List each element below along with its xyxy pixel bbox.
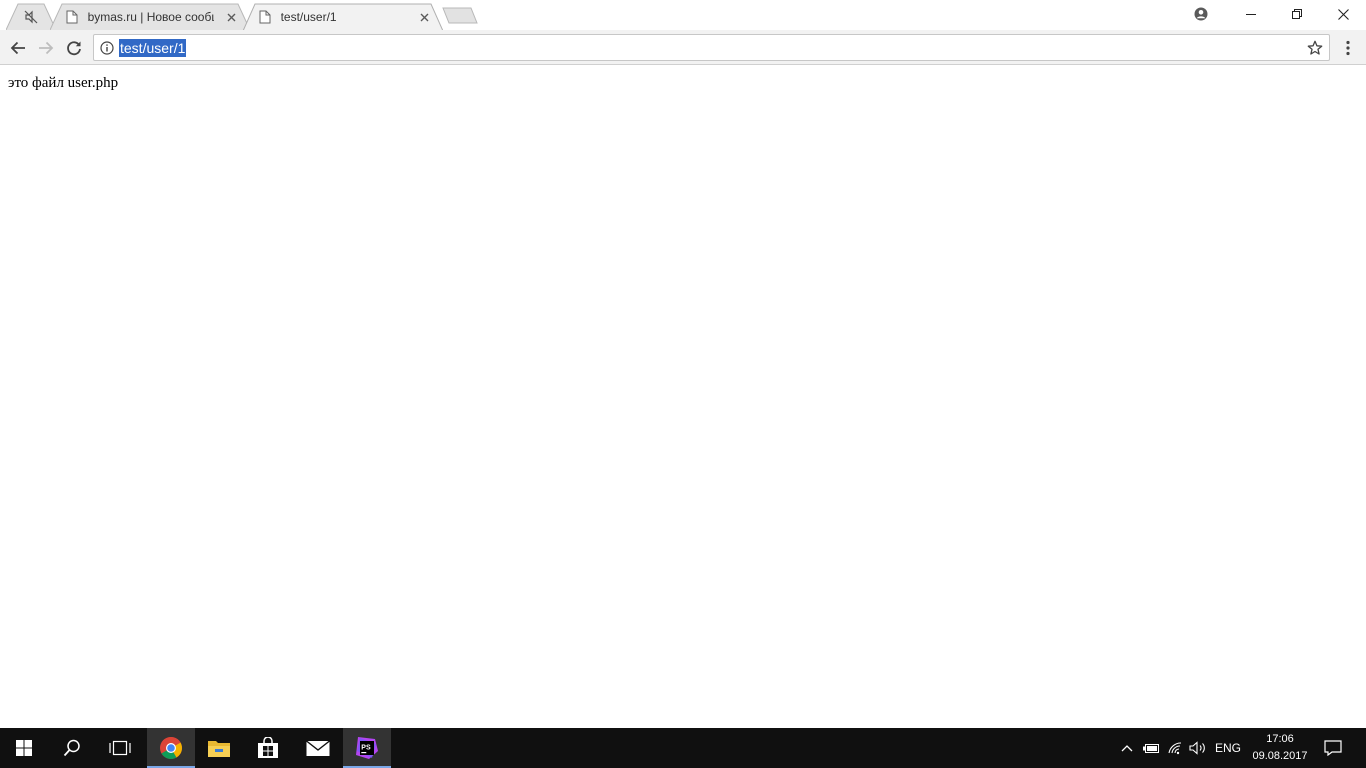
volume-icon[interactable] (1187, 728, 1209, 768)
clock[interactable]: 17:06 09.08.2017 (1244, 728, 1316, 768)
menu-icon[interactable] (1334, 34, 1362, 62)
restore-icon[interactable] (1274, 0, 1320, 28)
page-icon (257, 9, 273, 25)
reload-icon[interactable] (60, 34, 88, 62)
window-close-icon[interactable] (1320, 0, 1366, 28)
task-view-icon[interactable] (96, 728, 144, 768)
taskbar: PS ENG 17:06 09.08.2017 (0, 728, 1366, 768)
chrome-icon[interactable] (147, 728, 195, 768)
tab-test-user[interactable]: test/user/1 (243, 3, 443, 31)
muted-speaker-icon (23, 9, 39, 25)
svg-text:PS: PS (361, 744, 371, 751)
profile-icon[interactable] (1178, 0, 1224, 28)
notification-icon[interactable] (1318, 728, 1348, 768)
language-indicator[interactable]: ENG (1212, 728, 1244, 768)
tab-strip: bymas.ru | Новое сообщ test/user/1 (0, 0, 1366, 31)
window-controls (1178, 0, 1366, 28)
tab-muted[interactable] (6, 3, 56, 30)
phpstorm-icon[interactable]: PS (343, 728, 391, 768)
address-bar[interactable]: test/user/1 (93, 34, 1330, 61)
tab-title: test/user/1 (280, 9, 337, 24)
browser-toolbar: test/user/1 (0, 30, 1366, 65)
page-content: это файл user.php (0, 66, 1366, 728)
language-label: ENG (1214, 741, 1241, 755)
back-icon[interactable] (4, 34, 32, 62)
star-icon[interactable] (1305, 38, 1325, 58)
clock-date: 09.08.2017 (1252, 750, 1308, 762)
wifi-icon[interactable] (1164, 728, 1186, 768)
close-icon[interactable] (416, 9, 432, 25)
windows-start-icon[interactable] (0, 728, 48, 768)
page-text: это файл user.php (8, 75, 119, 91)
tab-bymas[interactable]: bymas.ru | Новое сообщ (50, 3, 250, 30)
page-icon (64, 9, 80, 25)
address-url[interactable]: test/user/1 (119, 39, 187, 57)
info-icon[interactable] (98, 39, 116, 57)
forward-icon[interactable] (32, 34, 60, 62)
clock-time: 17:06 (1266, 733, 1294, 745)
mail-icon[interactable] (294, 728, 342, 768)
new-tab-button[interactable] (442, 7, 478, 29)
minimize-icon[interactable] (1228, 0, 1274, 28)
chevron-up-icon[interactable] (1116, 728, 1138, 768)
battery-icon[interactable] (1140, 728, 1162, 768)
store-icon[interactable] (244, 728, 292, 768)
tab-title: bymas.ru | Новое сообщ (87, 9, 214, 24)
file-explorer-icon[interactable] (195, 728, 243, 768)
close-icon[interactable] (223, 9, 239, 25)
search-icon[interactable] (48, 728, 96, 768)
